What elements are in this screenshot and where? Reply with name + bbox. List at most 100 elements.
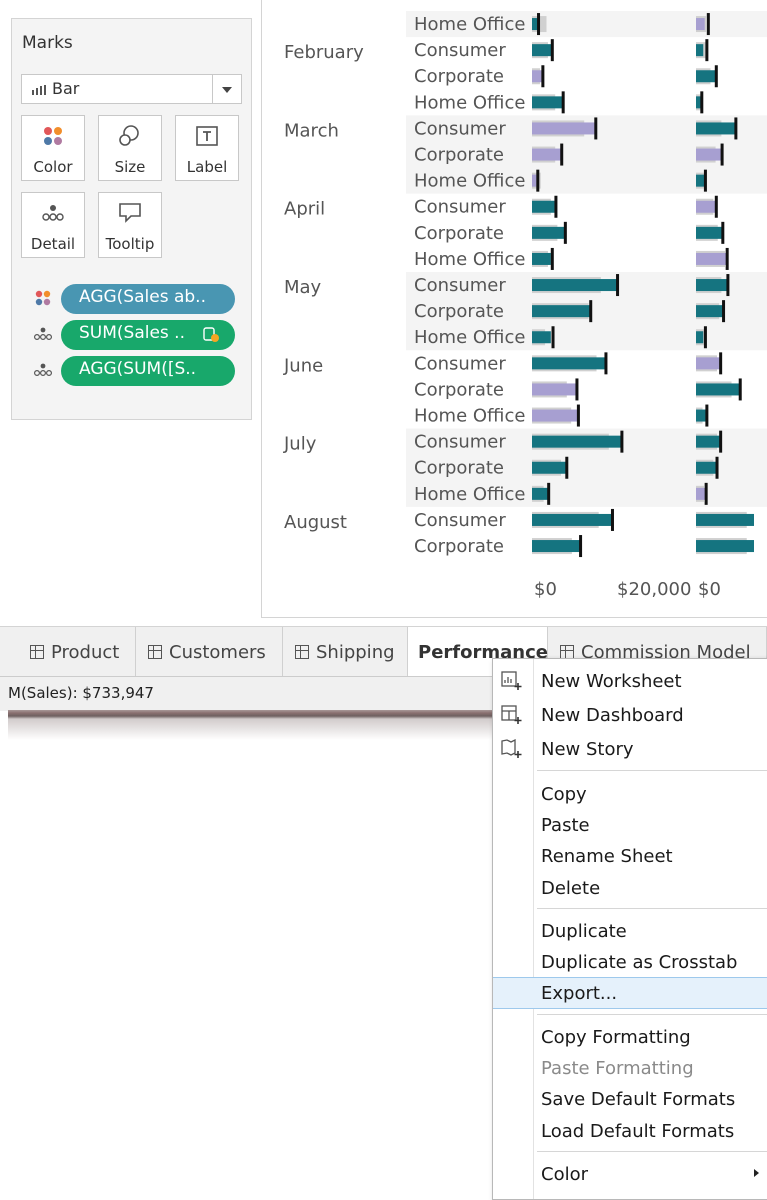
menu-item-label: Paste <box>541 815 590 836</box>
tab-label: Shipping <box>316 641 395 663</box>
target-line <box>547 482 551 505</box>
menu-item-paste-formatting: Paste Formatting <box>493 1052 767 1082</box>
menu-item-delete[interactable]: Delete <box>493 872 767 902</box>
menu-item-save-default-formats[interactable]: Save Default Formats <box>493 1083 767 1113</box>
sales-bar <box>696 383 741 396</box>
sales-bar <box>696 252 728 265</box>
chart-area: Home Office February Consumer Corporate Home… <box>261 0 767 618</box>
month-label: February <box>284 42 364 63</box>
sales-bar <box>532 513 612 526</box>
mark-type-dropdown[interactable]: Bar <box>21 74 242 104</box>
sales-bar <box>532 487 548 500</box>
menu-item-label: Color <box>541 1164 588 1185</box>
sales-bar <box>696 331 704 344</box>
segment-label: Consumer <box>414 118 506 139</box>
target-line <box>616 274 620 297</box>
size-button[interactable]: Size <box>98 115 162 181</box>
color-pill[interactable]: AGG(Sales ab.. <box>61 284 235 314</box>
detail-icon <box>33 324 53 344</box>
worksheet-icon <box>560 645 574 659</box>
bar-chart-icon <box>32 85 46 95</box>
month-label: March <box>284 120 339 141</box>
target-line <box>594 117 598 140</box>
sales-bar <box>696 305 724 318</box>
target-line <box>610 508 614 531</box>
size-icon <box>99 124 161 148</box>
menu-item-label: New Worksheet <box>541 671 682 692</box>
axis-tick-label: $0 <box>534 579 557 600</box>
sum-sales-pill[interactable]: SUM(Sales .. <box>61 320 235 350</box>
menu-item-copy-formatting[interactable]: Copy Formatting <box>493 1021 767 1051</box>
submenu-arrow-icon <box>754 1169 759 1177</box>
target-line <box>705 404 709 427</box>
sales-bar <box>532 174 537 187</box>
tab-shipping[interactable]: Shipping <box>283 627 408 677</box>
bar-chart: Home Office February Consumer Corporate Home… <box>262 11 767 617</box>
target-line <box>575 378 579 401</box>
menu-item-label: Rename Sheet <box>541 846 673 867</box>
menu-item-label: Duplicate as Crosstab <box>541 952 738 973</box>
calculation-warning-icon <box>203 327 219 342</box>
tab-label: Customers <box>169 641 266 663</box>
menu-item-new-dashboard[interactable]: New Dashboard <box>493 699 767 729</box>
segment-label: Consumer <box>414 353 506 374</box>
menu-item-color[interactable]: Color <box>493 1158 767 1188</box>
color-button[interactable]: Color <box>21 115 85 181</box>
target-line <box>721 221 725 244</box>
segment-label: Corporate <box>414 66 504 87</box>
menu-separator <box>537 1151 767 1152</box>
target-line <box>714 195 718 218</box>
agg-sum-pill[interactable]: AGG(SUM([S.. <box>61 356 235 386</box>
target-line <box>706 13 710 36</box>
target-line <box>734 117 738 140</box>
new-story-icon <box>501 739 522 758</box>
target-line <box>551 326 555 349</box>
sales-bar <box>532 44 552 57</box>
color-dots-icon <box>22 124 84 148</box>
tab-product[interactable]: Product <box>18 627 136 677</box>
worksheet-icon <box>295 645 309 659</box>
sales-bar <box>532 435 622 448</box>
chevron-down-icon[interactable] <box>212 75 241 103</box>
sales-bar <box>532 409 578 422</box>
sales-bar <box>532 200 555 213</box>
sales-bar <box>696 226 723 239</box>
segment-label: Corporate <box>414 536 504 557</box>
menu-item-label: New Dashboard <box>541 705 684 726</box>
sales-bar <box>696 122 736 135</box>
menu-item-duplicate-as-crosstab[interactable]: Duplicate as Crosstab <box>493 946 767 976</box>
segment-label: Home Office <box>414 171 525 192</box>
segment-label: Home Office <box>414 249 525 270</box>
detail-icon <box>22 201 84 225</box>
target-line <box>720 143 724 166</box>
label-button[interactable]: Label <box>175 115 239 181</box>
menu-item-duplicate[interactable]: Duplicate <box>493 915 767 945</box>
menu-item-export[interactable]: Export... <box>493 977 767 1009</box>
segment-label: Home Office <box>414 406 525 427</box>
menu-item-new-story[interactable]: New Story <box>493 733 767 763</box>
menu-item-load-default-formats[interactable]: Load Default Formats <box>493 1115 767 1145</box>
menu-item-copy[interactable]: Copy <box>493 778 767 808</box>
color-dots-icon <box>33 288 53 308</box>
sales-bar <box>532 461 567 474</box>
segment-label: Consumer <box>414 275 506 296</box>
sales-bar <box>532 540 580 553</box>
tooltip-button[interactable]: Tooltip <box>98 192 162 258</box>
worksheet-icon <box>148 645 162 659</box>
label-icon <box>176 124 238 148</box>
tooltip-button-label: Tooltip <box>105 235 155 253</box>
target-line <box>541 65 545 88</box>
menu-item-rename-sheet[interactable]: Rename Sheet <box>493 840 767 870</box>
month-label: May <box>284 277 322 298</box>
target-line <box>565 456 569 479</box>
detail-button[interactable]: Detail <box>21 192 85 258</box>
sales-bar <box>696 174 705 187</box>
sales-bar <box>532 96 564 109</box>
menu-item-paste[interactable]: Paste <box>493 809 767 839</box>
sales-bar <box>532 305 591 318</box>
menu-item-new-worksheet[interactable]: New Worksheet <box>493 665 767 695</box>
sales-bar <box>696 279 728 292</box>
menu-separator <box>537 908 767 909</box>
menu-separator <box>537 1014 767 1015</box>
tab-customers[interactable]: Customers <box>136 627 283 677</box>
